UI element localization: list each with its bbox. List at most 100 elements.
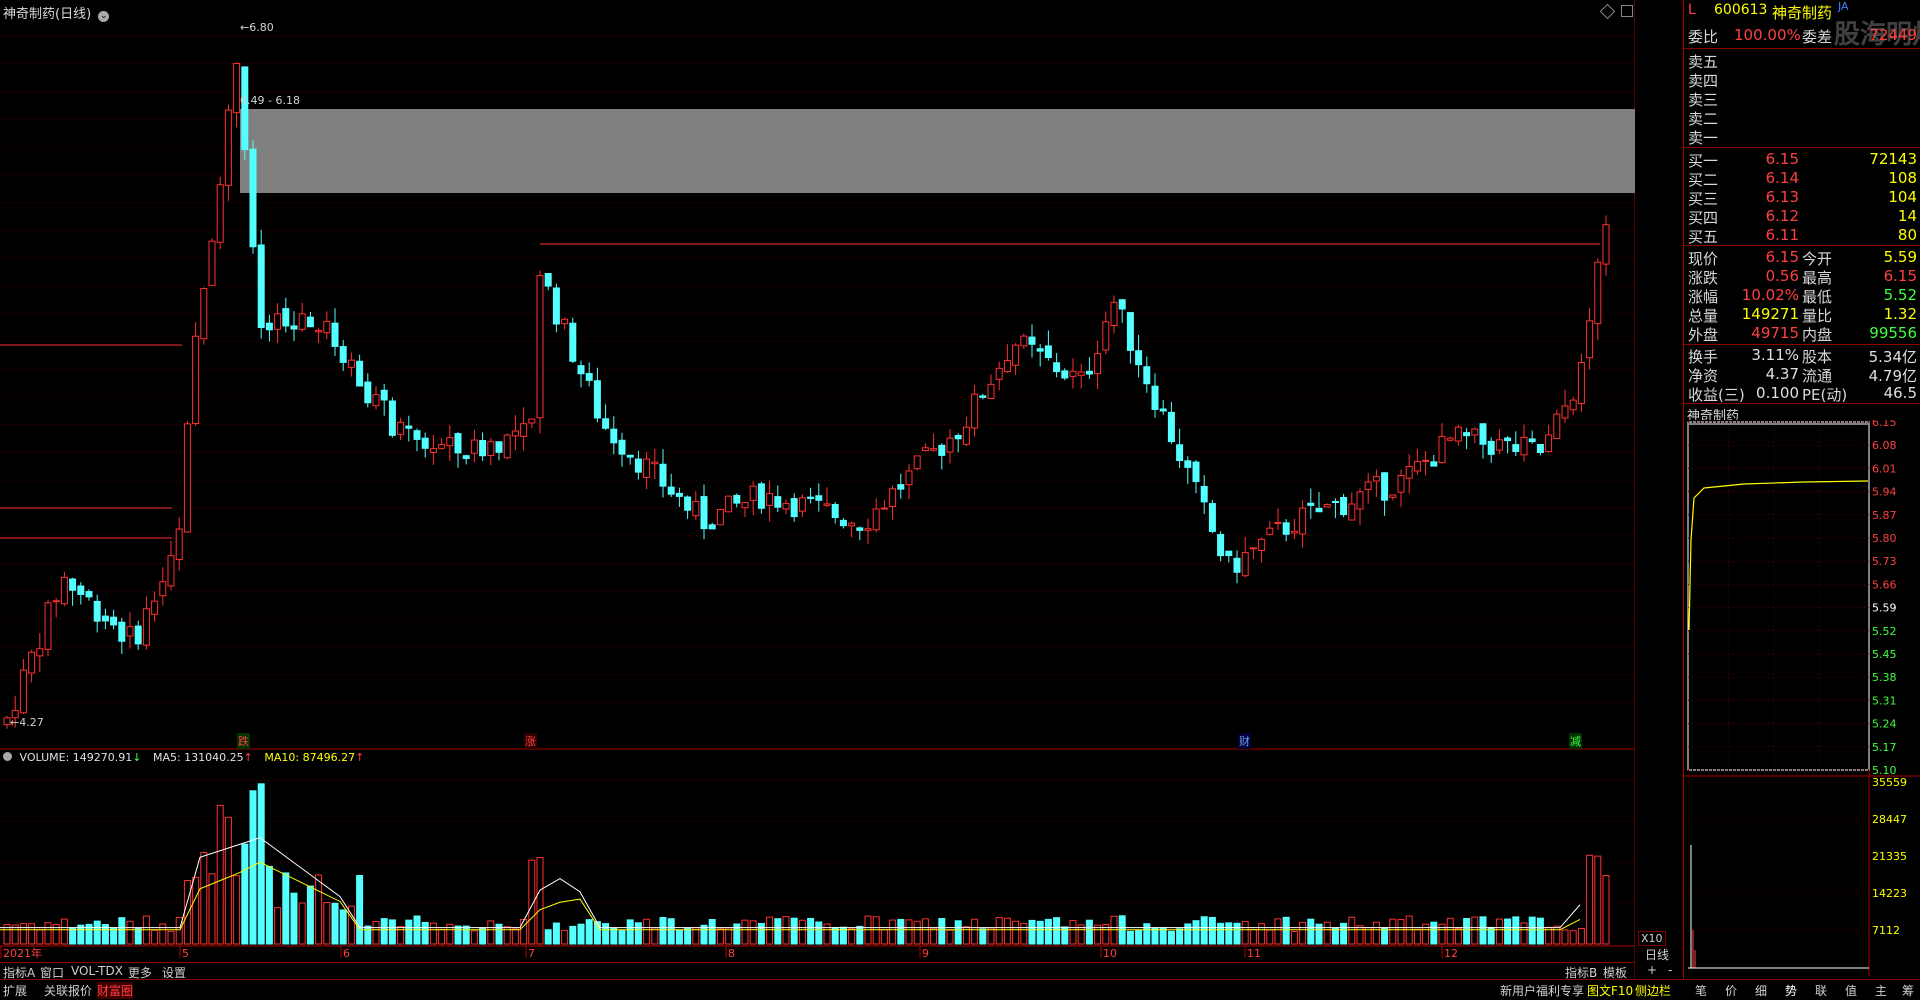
candle-body — [913, 455, 921, 470]
candle-body — [643, 458, 651, 479]
side-tab-bi[interactable]: 笔 — [1695, 982, 1707, 999]
window-box-icon[interactable] — [1621, 5, 1633, 17]
side-tab-jia[interactable]: 价 — [1725, 982, 1737, 999]
quote-tag: JA — [1838, 0, 1849, 13]
volume-bar — [134, 927, 142, 945]
tab-vol-tdx[interactable]: VOL-TDX — [71, 964, 123, 978]
tab-wealth-circle[interactable]: 财富圈 — [97, 982, 134, 999]
side-tab-chou[interactable]: 筹 — [1902, 982, 1914, 999]
candle-body — [520, 423, 528, 438]
volume-bars-layer — [3, 783, 1610, 945]
volume-bar — [651, 927, 659, 945]
volume-bar — [987, 927, 995, 945]
side-tab-shi[interactable]: 势 — [1785, 982, 1797, 999]
volume-bar — [1577, 927, 1585, 945]
candle-body — [1446, 437, 1454, 441]
volume-bar — [1020, 922, 1028, 945]
candle-body — [1512, 444, 1520, 452]
side-tab-xi[interactable]: 细 — [1755, 982, 1767, 999]
candle-body — [782, 503, 790, 510]
promo-new-user[interactable]: 新用户福利专享 — [1500, 982, 1584, 999]
promo-f10[interactable]: 图文F10 — [1587, 982, 1633, 999]
volume-label: VOLUME: 149270.91 — [19, 751, 133, 764]
candle-body — [233, 62, 241, 114]
candle-body — [1118, 299, 1126, 310]
candle-body — [77, 585, 85, 595]
candle-body — [1233, 557, 1241, 573]
mini-price-tick: 5.80 — [1872, 532, 1897, 545]
candle-body — [126, 626, 134, 637]
side-tab-zhi[interactable]: 值 — [1845, 982, 1857, 999]
sell-row-1: 卖一 — [1684, 127, 1920, 147]
event-tag-jian[interactable]: 减 — [1569, 733, 1582, 749]
volume-bar — [930, 927, 938, 945]
side-tab-zhu[interactable]: 主 — [1875, 982, 1887, 999]
candle-body — [1323, 503, 1331, 508]
high-label: ←6.80 — [240, 21, 274, 34]
side-tab-lian[interactable]: 联 — [1815, 982, 1827, 999]
volume-bar — [1258, 923, 1266, 945]
candle-body — [1249, 547, 1257, 550]
candle-body — [626, 454, 634, 458]
zoom-out-button[interactable]: - — [1668, 963, 1672, 977]
candle-body — [1454, 426, 1462, 442]
month-label: 6 — [343, 947, 350, 960]
volume-bar — [520, 918, 528, 945]
candle-body — [798, 497, 806, 512]
fund-row-1: 净资 4.37 流通 4.79亿 — [1684, 365, 1920, 385]
candle-body — [979, 395, 987, 398]
volume-bar — [995, 916, 1003, 945]
chevron-down-icon[interactable]: ⌄ — [98, 11, 110, 22]
volume-bar — [454, 925, 462, 945]
stat-row-4-lbl: 外盘 — [1688, 326, 1719, 344]
volume-bar — [897, 918, 905, 945]
event-tag-cai[interactable]: 财 — [1238, 733, 1251, 749]
volume-bar — [1225, 922, 1233, 945]
volume-bar — [380, 918, 388, 945]
mini-price-tick: 6.01 — [1872, 462, 1897, 475]
zoom-in-button[interactable]: + — [1647, 963, 1657, 977]
event-tag-zhang[interactable]: 涨 — [524, 733, 537, 749]
sell-row-1-lbl: 卖一 — [1688, 129, 1719, 147]
candle-body — [880, 507, 888, 510]
volume-bar — [290, 892, 298, 945]
event-tag-die[interactable]: 跌 — [237, 733, 250, 749]
stat-row-0-v2: 5.59 — [1883, 248, 1917, 266]
candle-body — [856, 527, 864, 531]
volume-bar — [93, 920, 101, 945]
volume-bar — [552, 922, 560, 945]
candle-body — [839, 519, 847, 527]
collapse-icon[interactable] — [3, 752, 12, 761]
volume-bar — [216, 804, 224, 945]
tab-related-quote[interactable]: 关联报价 — [44, 982, 92, 999]
candle-body — [388, 400, 396, 436]
volume-bar — [610, 927, 618, 945]
volume-bar — [356, 875, 364, 945]
fund-row-0-lbl: 换手 — [1688, 348, 1719, 366]
month-label: 5 — [182, 947, 189, 960]
volume-bar — [585, 919, 593, 945]
arrow-icon: ← — [10, 716, 20, 729]
tab-expand[interactable]: 扩展 — [3, 982, 27, 999]
candle-body — [323, 320, 331, 334]
volume-bar — [643, 918, 651, 945]
candle-body — [1520, 436, 1528, 456]
month-label: 9 — [922, 947, 929, 960]
volume-bar — [1143, 923, 1151, 945]
volume-bar — [1028, 919, 1036, 945]
period-label[interactable]: 日线 — [1645, 946, 1669, 963]
candle-body — [1053, 362, 1061, 373]
candle-body — [1463, 432, 1471, 437]
candle-body — [331, 322, 339, 347]
promo-sidebar[interactable]: 侧边栏 — [1635, 982, 1671, 999]
candle-body — [684, 496, 692, 511]
weibi-row: 委比 100.00% 委差 72449 — [1684, 26, 1920, 46]
ma5-label: MA5: 131040.25 — [152, 751, 244, 764]
kline-chart[interactable]: 6.806.706.606.506.406.306.206.106.005.90… — [0, 0, 1635, 999]
volume-bar — [36, 929, 44, 945]
volume-bar — [544, 929, 552, 945]
volume-bar — [766, 916, 774, 945]
intraday-mini-chart[interactable]: 6.15 6.08 6.01 5.94 5.87 5.80 5.73 5.66 5.59 5.52… — [1684, 420, 1920, 976]
candle-body — [347, 359, 355, 368]
volume-bar — [159, 923, 167, 945]
